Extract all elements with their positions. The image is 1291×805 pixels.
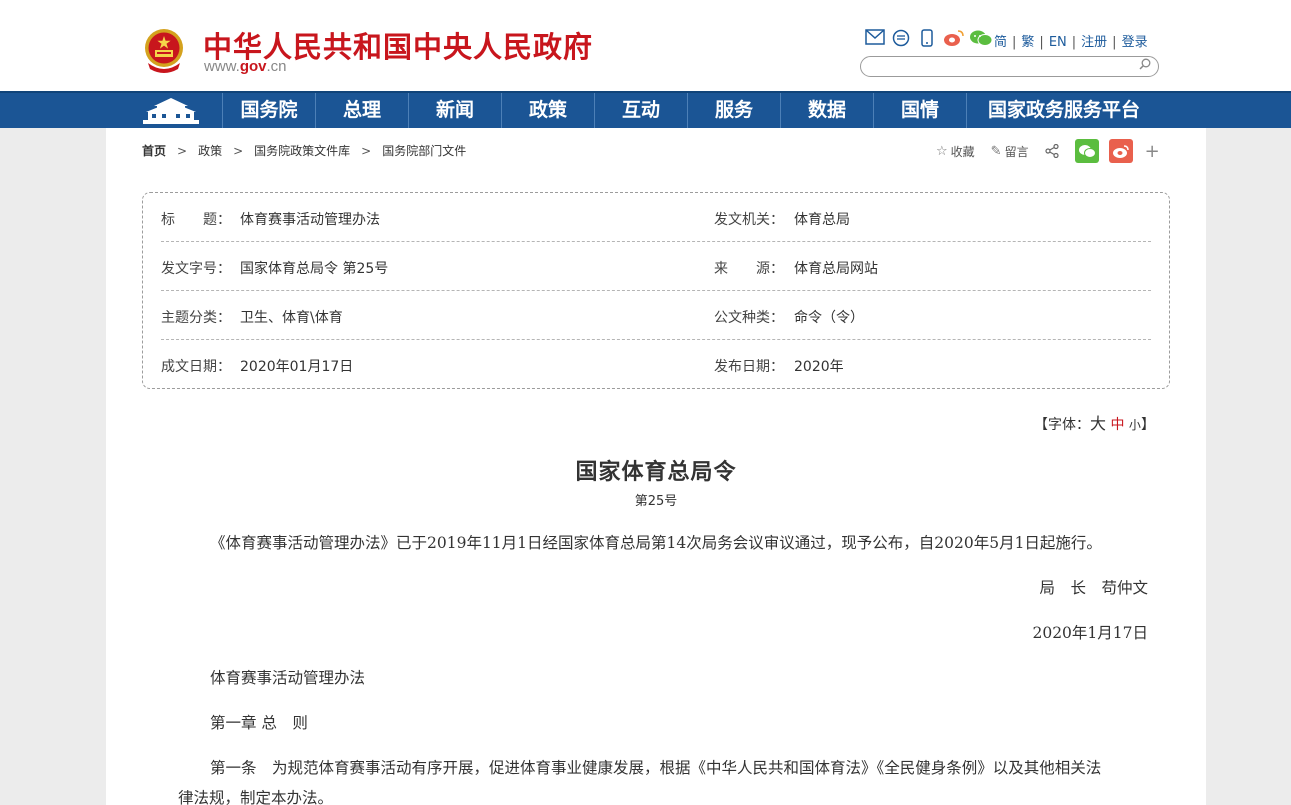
search-box bbox=[860, 56, 1159, 78]
url-brand: gov bbox=[239, 58, 267, 75]
nav-item-interaction[interactable]: 互动 bbox=[594, 93, 687, 128]
url-prefix: www. bbox=[204, 58, 240, 75]
nav-item-policy[interactable]: 政策 bbox=[501, 93, 594, 128]
breadcrumb-chevron-icon: > bbox=[361, 144, 372, 158]
nav-item-national-info[interactable]: 国情 bbox=[873, 93, 966, 128]
nav-item-premier[interactable]: 总理 bbox=[315, 93, 408, 128]
breadcrumb-policy[interactable]: 政策 bbox=[198, 144, 222, 158]
doc-type-value: 命令（令） bbox=[794, 310, 864, 326]
favorite-label: 收藏 bbox=[950, 144, 975, 159]
search-icon[interactable] bbox=[1139, 58, 1151, 73]
weibo-icon[interactable] bbox=[943, 29, 964, 47]
lang-simplified-link[interactable]: 简 bbox=[994, 35, 1007, 50]
topic-value: 卫生、体育\体育 bbox=[240, 310, 343, 326]
font-size-small[interactable]: 小 bbox=[1129, 418, 1141, 432]
doc-type-label: 公文种类： bbox=[714, 310, 784, 326]
font-size-medium[interactable]: 中 bbox=[1110, 417, 1124, 433]
doc-no-label: 发文字号： bbox=[161, 261, 231, 277]
document-number: 第25号 bbox=[634, 494, 678, 509]
star-icon: ☆ bbox=[936, 143, 948, 159]
doc-no-value: 国家体育总局令 第25号 bbox=[240, 261, 389, 277]
comment-button[interactable]: ✎ 留言 bbox=[991, 143, 1029, 160]
written-date-value: 2020年01月17日 bbox=[240, 359, 354, 375]
info-row: 发文字号： 国家体育总局令 第25号 来 源： 体育总局网站 bbox=[161, 242, 1151, 291]
written-date-label: 成文日期： bbox=[161, 359, 231, 375]
document-info-table: 标 题： 体育赛事活动管理办法 发文机关： 体育总局 发文字号： 国家体育总局令… bbox=[142, 192, 1170, 389]
register-link[interactable]: 注册 bbox=[1081, 35, 1107, 50]
share-weibo-button[interactable] bbox=[1108, 139, 1133, 163]
favorite-button[interactable]: ☆ 收藏 bbox=[936, 143, 975, 160]
content-area: 首页 > 政策 > 国务院政策文件库 > 国务院部门文件 ☆ 收藏 ✎ 留言 + 标 题： … bbox=[106, 128, 1206, 805]
issuer-label: 发文机关： bbox=[714, 212, 784, 228]
info-row: 主题分类： 卫生、体育\体育 公文种类： 命令（令） bbox=[161, 291, 1151, 340]
share-wechat-button[interactable] bbox=[1074, 139, 1099, 163]
pencil-icon: ✎ bbox=[990, 143, 1002, 159]
lang-english-link[interactable]: EN bbox=[1049, 35, 1067, 50]
tiananmen-home-icon[interactable] bbox=[140, 95, 202, 126]
topic-label: 主题分类： bbox=[161, 310, 231, 326]
document-title: 国家体育总局令 bbox=[575, 459, 737, 485]
nav-items: 国务院 总理 新闻 政策 互动 服务 数据 国情 国家政务服务平台 bbox=[222, 93, 1161, 128]
mail-icon[interactable] bbox=[865, 29, 885, 47]
share-icon bbox=[1044, 144, 1059, 158]
document-signature: 局 长 苟仲文 bbox=[1039, 579, 1148, 597]
mobile-icon[interactable] bbox=[917, 29, 937, 47]
url-suffix: .cn bbox=[266, 58, 287, 75]
font-size-large[interactable]: 大 bbox=[1090, 414, 1106, 433]
title-label: 标 题： bbox=[161, 212, 231, 228]
info-row: 标 题： 体育赛事活动管理办法 发文机关： 体育总局 bbox=[161, 193, 1151, 242]
nav-item-data[interactable]: 数据 bbox=[780, 93, 873, 128]
source-label: 来 源： bbox=[714, 261, 784, 277]
wechat-icon[interactable] bbox=[969, 29, 993, 47]
chapter-heading: 第一章 总 则 bbox=[210, 714, 308, 732]
more-share-icon[interactable]: + bbox=[1145, 141, 1160, 162]
nav-item-services[interactable]: 服务 bbox=[687, 93, 780, 128]
document-intro: 《体育赛事活动管理办法》已于2019年11月1日经国家体育总局第14次局务会议审… bbox=[210, 534, 1102, 552]
law-title: 体育赛事活动管理办法 bbox=[210, 669, 366, 687]
document-date: 2020年1月17日 bbox=[1032, 624, 1148, 642]
article-1-line-2: 律法规，制定本办法。 bbox=[178, 789, 334, 805]
nav-item-state-council[interactable]: 国务院 bbox=[222, 93, 315, 128]
national-emblem-icon[interactable] bbox=[142, 27, 186, 75]
published-date-value: 2020年 bbox=[794, 359, 844, 375]
search-input[interactable] bbox=[871, 58, 1131, 78]
breadcrumb-chevron-icon: > bbox=[233, 144, 244, 158]
nav-item-service-platform[interactable]: 国家政务服务平台 bbox=[966, 93, 1161, 128]
share-button[interactable] bbox=[1044, 144, 1059, 158]
weibo-icon bbox=[1112, 144, 1129, 158]
font-size-suffix: 】 bbox=[1140, 417, 1155, 433]
login-link[interactable]: 登录 bbox=[1122, 35, 1148, 50]
rss-icon[interactable] bbox=[891, 29, 911, 47]
source-value: 体育总局网站 bbox=[794, 261, 878, 277]
main-nav: 国务院 总理 新闻 政策 互动 服务 数据 国情 国家政务服务平台 bbox=[0, 91, 1291, 128]
nav-item-news[interactable]: 新闻 bbox=[408, 93, 501, 128]
font-size-switcher: 【字体：大 中 小】 bbox=[1034, 410, 1155, 434]
issuer-value: 体育总局 bbox=[794, 212, 850, 228]
info-row: 成文日期： 2020年01月17日 发布日期： 2020年 bbox=[161, 340, 1151, 389]
breadcrumb-chevron-icon: > bbox=[177, 144, 188, 158]
lang-traditional-link[interactable]: 繁 bbox=[1021, 35, 1034, 50]
title-value: 体育赛事活动管理办法 bbox=[240, 212, 380, 228]
site-header: 中华人民共和国中央人民政府 www.gov.cn 简 | 繁 | EN | 注册 | 登录 bbox=[0, 0, 1291, 91]
article-1-line-1: 第一条 为规范体育赛事活动有序开展，促进体育事业健康发展，根据《中华人民共和国体… bbox=[210, 759, 1102, 777]
comment-label: 留言 bbox=[1004, 144, 1029, 159]
breadcrumb-home[interactable]: 首页 bbox=[142, 144, 166, 158]
font-size-prefix: 【字体： bbox=[1034, 417, 1090, 433]
language-links: 简 | 繁 | EN | 注册 | 登录 bbox=[994, 35, 1148, 50]
site-url[interactable]: www.gov.cn bbox=[204, 58, 287, 75]
tool-icons bbox=[865, 29, 993, 47]
wechat-icon bbox=[1078, 144, 1096, 158]
breadcrumb-department-docs[interactable]: 国务院部门文件 bbox=[382, 144, 466, 158]
breadcrumb-policy-library[interactable]: 国务院政策文件库 bbox=[254, 144, 350, 158]
breadcrumb: 首页 > 政策 > 国务院政策文件库 > 国务院部门文件 bbox=[142, 142, 466, 159]
article-actions: ☆ 收藏 ✎ 留言 + bbox=[936, 139, 1160, 163]
published-date-label: 发布日期： bbox=[714, 359, 784, 375]
